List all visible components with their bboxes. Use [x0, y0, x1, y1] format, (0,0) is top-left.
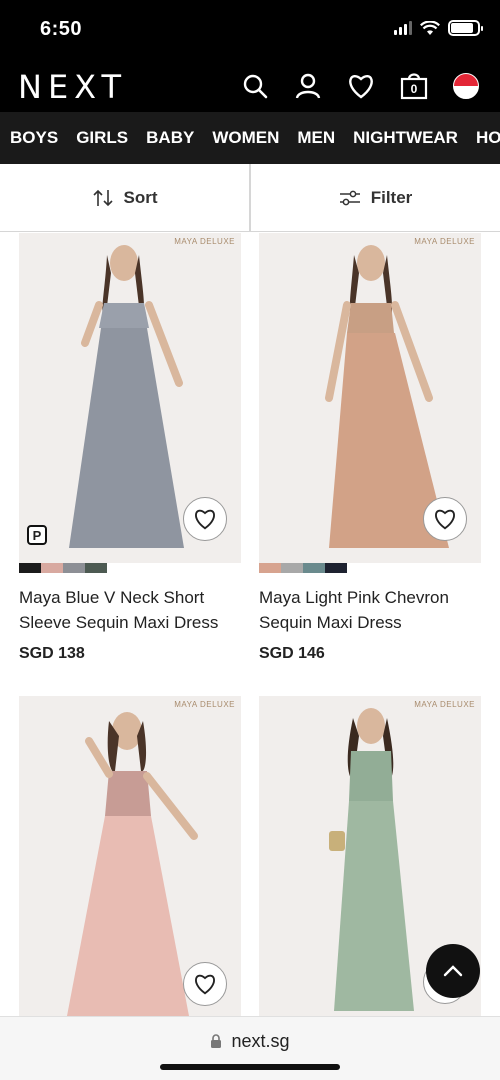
product-card[interactable]: MAYA DELUXE P Maya Blue V Neck Short Sle… [19, 233, 241, 663]
url-text: next.sg [231, 1031, 290, 1051]
wishlist-heart-button[interactable] [423, 497, 467, 541]
status-icons [394, 20, 483, 36]
product-title[interactable]: Maya Light Pink Chevron Sequin Maxi Dres… [259, 585, 481, 635]
account-icon[interactable] [292, 70, 324, 102]
heart-icon[interactable] [345, 70, 377, 102]
product-image[interactable]: MAYA DELUXE P [19, 233, 241, 563]
product-price: SGD 138 [19, 645, 85, 662]
battery-icon [448, 20, 483, 36]
heart-outline-icon [435, 509, 455, 530]
category-nightwear[interactable]: NIGHTWEAR [344, 128, 467, 148]
sort-button[interactable]: Sort [0, 164, 251, 231]
wishlist-heart-button[interactable] [183, 962, 227, 1006]
product-image[interactable]: MAYA DELUXE [259, 233, 481, 563]
brand-label: MAYA DELUXE [414, 237, 475, 246]
bag-count: 0 [410, 82, 418, 96]
site-header: NEXT 0 [0, 60, 500, 112]
heart-outline-icon [195, 509, 215, 530]
filter-label: Filter [370, 187, 413, 207]
bag-icon[interactable]: 0 [398, 70, 430, 102]
status-bar: 6:50 [0, 0, 500, 60]
product-title[interactable]: Maya Blue V Neck Short Sleeve Sequin Max… [19, 585, 241, 635]
signal-icon [394, 21, 412, 35]
colour-swatches[interactable] [259, 563, 481, 573]
colour-swatch[interactable] [41, 563, 63, 573]
sort-label: Sort [123, 187, 158, 207]
colour-swatch[interactable] [85, 563, 107, 573]
status-time: 6:50 [40, 18, 83, 40]
colour-swatch[interactable] [19, 563, 41, 573]
p-badge-icon: P [27, 525, 47, 545]
category-home[interactable]: HO [467, 128, 500, 148]
lock-icon [211, 1034, 222, 1048]
url-display[interactable]: next.sg [0, 1031, 500, 1052]
next-logo[interactable]: NEXT [18, 68, 127, 106]
colour-swatch[interactable] [281, 563, 303, 573]
category-baby[interactable]: BABY [137, 128, 203, 148]
brand-label: MAYA DELUXE [414, 700, 475, 709]
brand-label: MAYA DELUXE [174, 700, 235, 709]
colour-swatch[interactable] [63, 563, 85, 573]
product-card[interactable]: MAYA DELUXE Maya Light Pink Chevron Sequ… [259, 233, 481, 663]
brand-label: MAYA DELUXE [174, 237, 235, 246]
singapore-flag-icon[interactable] [450, 70, 482, 102]
category-women[interactable]: WOMEN [203, 128, 288, 148]
product-card[interactable]: MAYA DELUXE [19, 696, 241, 1016]
category-men[interactable]: MEN [288, 128, 344, 148]
colour-swatch[interactable] [259, 563, 281, 573]
browser-url-bar[interactable]: next.sg [0, 1016, 500, 1080]
filter-icon [339, 190, 360, 205]
sort-filter-bar: Sort Filter [0, 164, 500, 232]
category-nav: BOYS GIRLS BABY WOMEN MEN NIGHTWEAR HO [0, 112, 500, 164]
sort-icon [92, 189, 113, 206]
home-indicator[interactable] [160, 1064, 340, 1070]
heart-outline-icon [195, 974, 215, 995]
category-girls[interactable]: GIRLS [67, 128, 137, 148]
chevron-up-icon [443, 965, 463, 977]
colour-swatch[interactable] [303, 563, 325, 573]
category-boys[interactable]: BOYS [0, 128, 67, 148]
product-image[interactable]: MAYA DELUXE [19, 696, 241, 1016]
search-icon[interactable] [239, 70, 271, 102]
product-price: SGD 146 [259, 645, 325, 662]
colour-swatches[interactable] [19, 563, 241, 573]
colour-swatch[interactable] [325, 563, 347, 573]
wifi-icon [420, 20, 440, 35]
wishlist-heart-button[interactable] [183, 497, 227, 541]
filter-button[interactable]: Filter [251, 164, 500, 231]
back-to-top-button[interactable] [426, 944, 480, 998]
